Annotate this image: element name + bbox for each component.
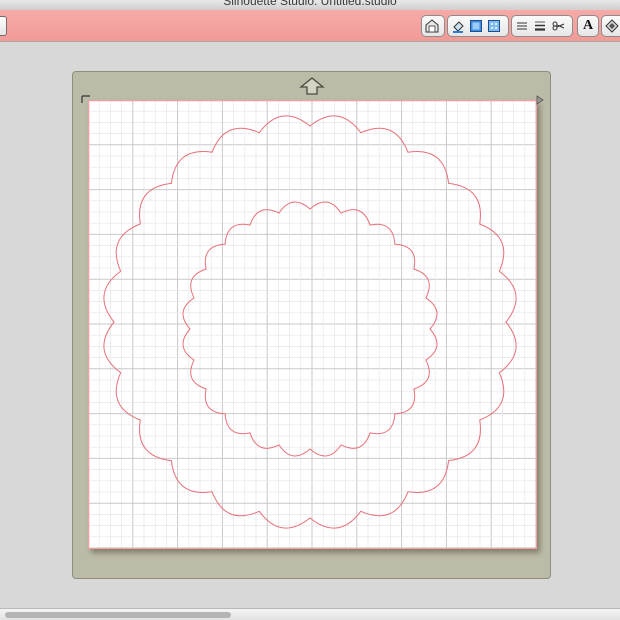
window-title: Silhouette Studio: Untitled.studio bbox=[223, 0, 397, 8]
mat-corner-marker-left bbox=[81, 95, 90, 103]
fill-group bbox=[447, 15, 509, 37]
text-style-label: A bbox=[582, 18, 594, 33]
line-thickness-icon[interactable] bbox=[532, 18, 548, 34]
toolbar-left-button[interactable] bbox=[0, 16, 7, 36]
line-color-icon[interactable] bbox=[468, 18, 484, 34]
transform-icon[interactable] bbox=[604, 18, 620, 34]
horizontal-scrollbar[interactable] bbox=[0, 608, 620, 620]
cut-style-icon[interactable] bbox=[550, 18, 566, 34]
text-style-icon[interactable]: A bbox=[580, 18, 596, 34]
outer-scallop-circle[interactable] bbox=[103, 115, 517, 529]
inner-scallop-circle[interactable] bbox=[182, 201, 438, 457]
line-group bbox=[511, 15, 573, 37]
library-group bbox=[421, 15, 445, 37]
text-group: A bbox=[577, 15, 599, 37]
pattern-fill-icon[interactable] bbox=[486, 18, 502, 34]
library-icon[interactable] bbox=[424, 18, 440, 34]
line-style-icon[interactable] bbox=[514, 18, 530, 34]
mat-corner-marker-right bbox=[536, 95, 544, 105]
scrollbar-thumb[interactable] bbox=[5, 612, 231, 618]
up-arrow-icon[interactable] bbox=[298, 76, 326, 96]
mat-grid bbox=[88, 100, 537, 549]
toolbar: A bbox=[0, 10, 620, 42]
transform-group bbox=[601, 15, 620, 37]
mat-surface[interactable] bbox=[88, 100, 537, 549]
design-canvas[interactable] bbox=[88, 100, 537, 549]
title-bar: Silhouette Studio: Untitled.studio bbox=[0, 0, 620, 10]
fill-icon[interactable] bbox=[450, 18, 466, 34]
